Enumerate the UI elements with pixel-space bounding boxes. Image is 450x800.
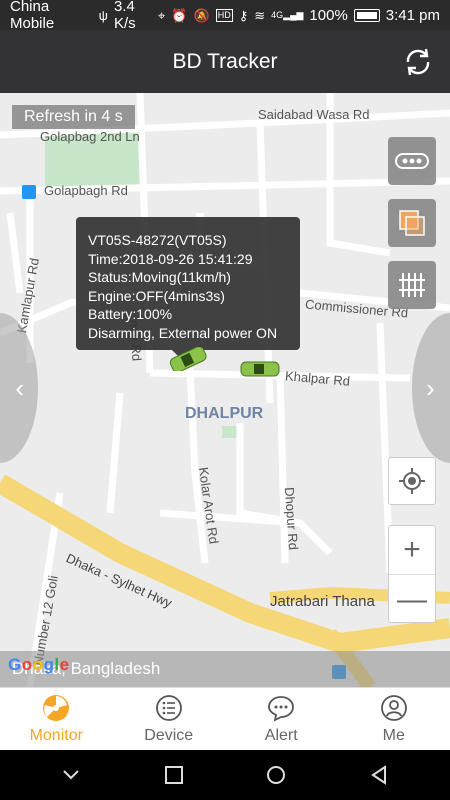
vehicle-info-popup: VT05S-48272(VT05S) Time:2018-09-26 15:41…	[76, 217, 300, 360]
wifi-icon: ≋	[254, 7, 266, 23]
tab-label: Alert	[264, 727, 298, 744]
tab-me[interactable]: Me	[338, 688, 450, 750]
bus-stop-icon	[22, 185, 36, 199]
chat-icon	[268, 696, 295, 722]
map-label: Jatrabari Thana	[270, 593, 375, 610]
tab-label: Device	[144, 727, 194, 744]
person-icon	[380, 695, 407, 721]
chevron-right-icon: ›	[426, 372, 435, 403]
layers-icon	[399, 210, 425, 236]
bottom-tab-bar: Monitor Device Alert Me	[0, 687, 450, 750]
my-location-button[interactable]	[388, 457, 436, 505]
zoom-control: + —	[388, 525, 436, 623]
alarm-off-icon: ⏰	[171, 7, 188, 23]
device-battery: Battery:100%	[88, 306, 173, 323]
list-icon	[155, 695, 182, 721]
tab-alert[interactable]: Alert	[225, 688, 338, 750]
home-icon[interactable]	[264, 763, 288, 787]
status-bar: China Mobile ψ 3.4 K/s ⌖ ⏰ 🔕 HD ⚷ ≋ 4G▂▄…	[0, 0, 450, 32]
more-button[interactable]	[388, 137, 436, 185]
carrier-label: China Mobile	[10, 0, 55, 32]
system-nav-bar	[0, 750, 450, 800]
crosshair-icon	[399, 468, 425, 494]
device-time: Time:2018-09-26 15:41:29	[88, 250, 253, 267]
more-icon	[395, 153, 429, 169]
recents-icon[interactable]	[162, 763, 186, 787]
chevron-left-icon: ‹	[15, 372, 24, 403]
tab-device[interactable]: Device	[113, 688, 226, 750]
refresh-icon[interactable]	[400, 44, 436, 80]
refresh-countdown: Refresh in 4 s	[12, 105, 135, 129]
signal-icon: 4G▂▄▆	[271, 9, 304, 20]
map-label: Saidabad Wasa Rd	[258, 107, 370, 122]
geofence-button[interactable]	[388, 261, 436, 309]
network-speed: 3.4 K/s	[113, 0, 136, 32]
usb-icon: ψ	[98, 7, 108, 23]
zoom-in-button[interactable]: +	[389, 526, 435, 575]
clock: 3:41 pm	[385, 6, 440, 24]
mute-icon: 🔕	[193, 7, 210, 23]
car-marker-icon[interactable]	[166, 347, 210, 371]
device-engine: Engine:OFF(4mins3s)	[88, 287, 225, 304]
map-layers-button[interactable]	[388, 199, 436, 247]
google-logo: Google	[8, 655, 70, 674]
location-icon: ⌖	[158, 7, 166, 23]
battery-percent: 100%	[309, 6, 348, 24]
car-marker-icon[interactable]	[238, 358, 282, 380]
key-icon: ⚷	[238, 7, 249, 23]
district-label: DHALPUR	[185, 405, 264, 422]
tab-monitor[interactable]: Monitor	[0, 688, 113, 750]
tab-label: Me	[382, 727, 405, 744]
map-label: Golapbagh Rd	[44, 183, 128, 198]
device-id: VT05S-48272(VT05S)	[88, 232, 227, 248]
app-header: BD Tracker	[0, 30, 450, 93]
zoom-out-button[interactable]: —	[389, 575, 435, 624]
fence-icon	[399, 273, 425, 297]
battery-icon	[353, 8, 380, 22]
page-title: BD Tracker	[172, 49, 278, 73]
tab-label: Monitor	[29, 727, 83, 744]
map-view[interactable]: Saidabad Wasa Rd Golapbag 2nd Ln Golapba…	[0, 93, 450, 687]
map-label: Golapbag 2nd Ln	[40, 129, 140, 144]
chevron-down-icon[interactable]	[59, 763, 83, 787]
back-icon[interactable]	[367, 763, 391, 787]
hd-icon: HD	[215, 8, 233, 22]
device-power: Disarming, External power ON	[88, 324, 278, 341]
monitor-icon	[43, 695, 70, 721]
device-status: Status:Moving(11km/h)	[88, 269, 231, 286]
